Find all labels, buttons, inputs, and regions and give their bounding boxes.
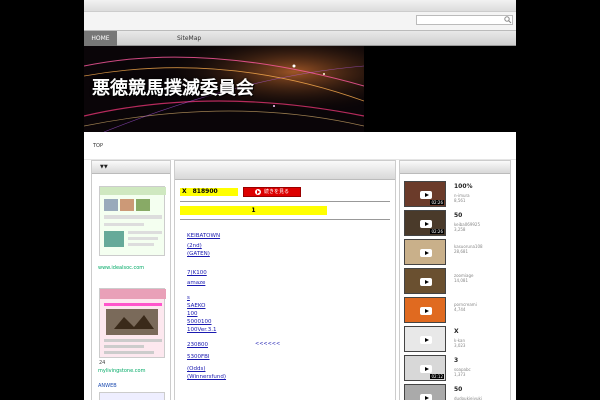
main-nav: HOME SiteMap bbox=[84, 30, 516, 46]
search-icon[interactable] bbox=[504, 16, 512, 24]
video-thumbnail[interactable] bbox=[404, 384, 446, 400]
video-sidebar-heading bbox=[400, 161, 510, 174]
video-title[interactable]: 100% bbox=[454, 183, 509, 190]
video-views: 3,258 bbox=[454, 227, 466, 232]
nav-home[interactable]: HOME bbox=[84, 30, 117, 46]
site-thumbnail[interactable] bbox=[99, 288, 166, 358]
video-thumbnail[interactable]: 02:12 bbox=[404, 355, 446, 381]
video-meta: zoomiage 14,081 bbox=[454, 270, 509, 283]
video-thumbnail[interactable] bbox=[404, 326, 446, 352]
read-more-button[interactable]: 続きを見る bbox=[243, 187, 301, 197]
play-icon bbox=[420, 278, 432, 286]
video-thumbnail[interactable]: 02:26 bbox=[404, 210, 446, 236]
video-sidebar: 02:26 100% n-imura 8,561 02:26 50 keiba069925 3… bbox=[399, 160, 511, 400]
video-views: 28,681 bbox=[454, 249, 468, 254]
content-link[interactable]: (Winnersfund) bbox=[187, 374, 226, 380]
breadcrumb: TOP bbox=[84, 132, 516, 160]
divider bbox=[180, 219, 390, 220]
sidebar-link[interactable]: www.idealsoc.com bbox=[98, 265, 144, 271]
sidebar-link[interactable]: mylivingstone.com bbox=[98, 368, 145, 374]
search-row bbox=[84, 12, 516, 30]
search-input[interactable] bbox=[416, 15, 513, 25]
left-sidebar-heading: ▼▼ bbox=[92, 161, 170, 174]
section-banner: 1 bbox=[180, 206, 327, 215]
content-link[interactable]: 100 bbox=[187, 311, 198, 317]
main-content-heading bbox=[175, 161, 395, 180]
video-uploader: dudoukieiyuki bbox=[454, 396, 482, 400]
video-meta: kasuoruna108 28,681 bbox=[454, 241, 509, 254]
play-icon bbox=[420, 249, 432, 257]
play-icon bbox=[420, 220, 432, 228]
play-icon bbox=[420, 394, 432, 400]
video-thumbnail[interactable] bbox=[404, 297, 446, 323]
play-icon bbox=[420, 307, 432, 315]
video-title[interactable]: 50 bbox=[454, 212, 509, 219]
content-link[interactable]: (2nd) bbox=[187, 243, 202, 249]
site-thumbnail[interactable] bbox=[99, 392, 165, 400]
site-title[interactable]: 悪徳競馬撲滅委員会 bbox=[92, 74, 254, 100]
content-columns: ▼▼ www.idealsoc.com 24 mylivingstone.com… bbox=[84, 160, 516, 400]
arrow-right-icon bbox=[254, 188, 261, 195]
content-link[interactable]: s bbox=[187, 295, 190, 301]
video-title[interactable]: X bbox=[454, 328, 509, 335]
sidebar-link[interactable]: ANWEB bbox=[98, 383, 117, 389]
video-views: 14,081 bbox=[454, 278, 468, 283]
content-link[interactable]: 7(K100 bbox=[187, 270, 207, 276]
content-link[interactable]: (Odds) bbox=[187, 366, 205, 372]
video-meta: 3 soapabc 1,373 bbox=[454, 357, 509, 377]
video-meta: 100% n-imura 8,561 bbox=[454, 183, 509, 203]
site-thumbnail[interactable] bbox=[99, 186, 166, 256]
arrow-marker: <<<<<< bbox=[255, 341, 281, 347]
video-title[interactable]: 3 bbox=[454, 357, 509, 364]
content-link[interactable]: amaze bbox=[187, 280, 205, 286]
video-meta: 50dudoukieiyuki7,450 bbox=[454, 386, 509, 400]
content-link[interactable]: 230800 bbox=[187, 342, 208, 348]
video-views: 4,744 bbox=[454, 307, 466, 312]
video-duration: 02:26 bbox=[430, 200, 444, 205]
nav-sitemap[interactable]: SiteMap bbox=[168, 31, 210, 46]
page: HOME SiteMap 悪徳競馬撲滅委員会 TOP ▼▼ www.ideals… bbox=[84, 0, 516, 400]
read-more-label: 続きを見る bbox=[263, 189, 289, 195]
play-icon bbox=[420, 336, 432, 344]
video-title[interactable]: 50 bbox=[454, 386, 509, 393]
content-link[interactable]: SAEKO bbox=[187, 303, 205, 309]
content-link[interactable]: (GATEN) bbox=[187, 251, 210, 257]
content-link[interactable]: 5300FBI bbox=[187, 354, 210, 360]
video-meta: porncreami 4,744 bbox=[454, 299, 509, 312]
promo-banner[interactable]: X 818900 bbox=[180, 188, 238, 196]
play-icon bbox=[420, 191, 432, 199]
video-duration: 02:12 bbox=[430, 374, 444, 379]
left-sidebar: ▼▼ www.idealsoc.com 24 mylivingstone.com… bbox=[91, 160, 171, 400]
video-thumbnail[interactable] bbox=[404, 268, 446, 294]
video-views: 8,561 bbox=[454, 198, 466, 203]
sidebar-caption: 24 bbox=[99, 360, 106, 366]
video-views: 1,373 bbox=[454, 372, 466, 377]
divider bbox=[180, 201, 390, 202]
video-meta: Xk-kan 3,023 bbox=[454, 328, 509, 348]
video-thumbnail[interactable]: 02:26 bbox=[404, 181, 446, 207]
video-thumbnail[interactable] bbox=[404, 239, 446, 265]
site-header: 悪徳競馬撲滅委員会 bbox=[84, 46, 516, 132]
header-banner: 悪徳競馬撲滅委員会 bbox=[84, 46, 364, 132]
content-link[interactable]: 5000100 bbox=[187, 319, 212, 325]
video-duration: 02:26 bbox=[430, 229, 444, 234]
main-content: X 818900 続きを見る 1 KEIBATOWN (2nd) (GATEN) 7(… bbox=[174, 160, 396, 400]
play-icon bbox=[420, 365, 432, 373]
top-bar bbox=[84, 0, 516, 12]
content-link[interactable]: KEIBATOWN bbox=[187, 233, 220, 239]
video-meta: 50 keiba069925 3,258 bbox=[454, 212, 509, 232]
video-views: 3,023 bbox=[454, 343, 466, 348]
breadcrumb-top[interactable]: TOP bbox=[93, 143, 103, 149]
content-link[interactable]: 100Ver.3.1 bbox=[187, 327, 216, 333]
